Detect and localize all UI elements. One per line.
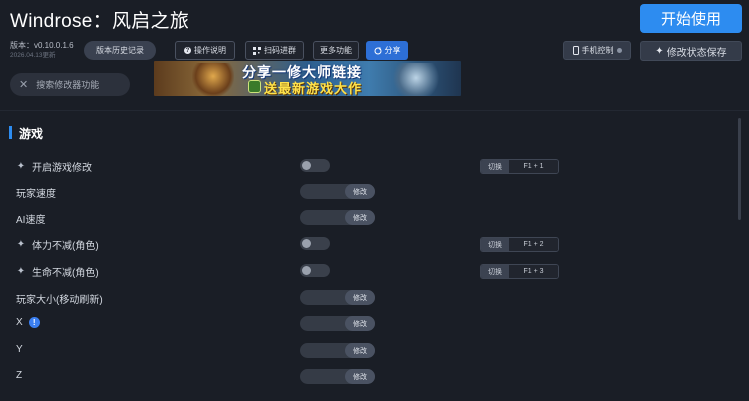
row-label: Y	[16, 344, 23, 355]
hotkey-toggle-label: 切换	[481, 265, 509, 278]
value-input[interactable]: 修改	[300, 369, 375, 384]
cheat-row: 玩家大小(移动刷新) 修改	[0, 289, 749, 309]
modify-button[interactable]: 修改	[345, 316, 375, 331]
row-label: 玩家大小(移动刷新)	[16, 295, 103, 306]
share-button[interactable]: 分享	[366, 41, 408, 60]
modify-button[interactable]: 修改	[345, 369, 375, 384]
version-history-label: 版本历史记录	[96, 46, 144, 55]
value-input[interactable]: 修改	[300, 290, 375, 305]
guide-label: 操作说明	[194, 46, 226, 55]
sparkle-icon: ✦	[16, 266, 26, 277]
info-icon[interactable]: !	[28, 317, 40, 328]
modify-button[interactable]: 修改	[345, 184, 375, 199]
value-input[interactable]: 修改	[300, 184, 375, 199]
status-dot-icon	[616, 48, 622, 53]
scan-group-label: 扫码进群	[264, 46, 296, 55]
banner-subline: 送最新游戏大作	[264, 81, 363, 96]
save-state-label: 修改状态保存	[666, 47, 727, 59]
row-label-wrap: 玩家大小(移动刷新)	[16, 291, 103, 306]
hotkey-toggle-label: 切换	[481, 238, 509, 251]
hotkey-toggle-label: 切换	[481, 160, 509, 173]
toggle-switch[interactable]	[300, 159, 330, 172]
version-info: 版本：v0.10.0.1.6 2026.04.13更新	[10, 42, 74, 60]
row-label-wrap: ✦ 开启游戏修改	[16, 159, 92, 174]
cheat-row: ✦ 体力不减(角色) 切换 F1 + 2	[0, 235, 749, 255]
value-input[interactable]: 修改	[300, 343, 375, 358]
qrcode-icon	[253, 46, 261, 55]
hotkey-keys: F1 + 1	[509, 160, 558, 173]
toggle-switch[interactable]	[300, 237, 330, 250]
banner-character-right	[391, 63, 441, 96]
update-date: 2026.04.13更新	[10, 52, 56, 59]
toggle-knob	[302, 266, 311, 275]
search-placeholder: 搜索修改器功能	[36, 80, 100, 90]
hotkey-keys: F1 + 3	[509, 265, 558, 278]
sparkle-icon: ✦	[16, 239, 26, 250]
phone-icon	[572, 46, 579, 55]
cheat-row: ✦ 开启游戏修改 切换 F1 + 1	[0, 157, 749, 177]
more-features-button[interactable]: 更多功能	[313, 41, 359, 60]
toggle-knob	[302, 239, 311, 248]
cheat-row: X ! 修改	[0, 315, 749, 335]
cheat-row: ✦ 生命不减(角色) 切换 F1 + 3	[0, 262, 749, 282]
cheat-row: Z 修改	[0, 368, 749, 388]
cheat-row: 玩家速度 修改	[0, 183, 749, 203]
toggle-knob	[302, 161, 311, 170]
value-input[interactable]: 修改	[300, 210, 375, 225]
phone-control-label: 手机控制	[581, 46, 614, 55]
search-input[interactable]: ✕ 搜索修改器功能	[10, 73, 130, 96]
scan-group-button[interactable]: 扫码进群	[245, 41, 304, 60]
section-accent	[9, 126, 12, 139]
hotkey-box[interactable]: 切换 F1 + 2	[480, 237, 559, 252]
hotkey-box[interactable]: 切换 F1 + 3	[480, 264, 559, 279]
banner-character-left	[192, 63, 234, 96]
row-label: AI速度	[16, 215, 46, 226]
section-title: 游戏	[19, 127, 44, 141]
phone-control-button[interactable]: 手机控制	[563, 41, 631, 60]
close-icon[interactable]: ✕	[19, 78, 28, 91]
share-icon	[374, 47, 382, 55]
divider	[0, 110, 749, 111]
row-label-wrap: ✦ 体力不减(角色)	[16, 237, 99, 252]
sparkle-icon: ✦	[655, 45, 664, 57]
row-label: Z	[16, 370, 23, 381]
promo-banner[interactable]: 分享一修大师链接 送最新游戏大作	[154, 61, 461, 96]
row-label-wrap: 玩家速度	[16, 185, 56, 200]
row-label-wrap: ✦ 生命不减(角色)	[16, 264, 99, 279]
hotkey-keys: F1 + 2	[509, 238, 558, 251]
cheat-row: Y 修改	[0, 342, 749, 362]
row-label-wrap: X !	[16, 317, 40, 328]
row-label-wrap: Y	[16, 344, 23, 355]
hotkey-box[interactable]: 切换 F1 + 1	[480, 159, 559, 174]
start-button[interactable]: 开始使用	[640, 4, 742, 33]
share-label: 分享	[384, 46, 401, 55]
version-text: 版本：v0.10.0.1.6	[10, 41, 74, 50]
modify-button[interactable]: 修改	[345, 343, 375, 358]
save-state-button[interactable]: ✦ 修改状态保存	[640, 41, 742, 61]
modify-button[interactable]: 修改	[345, 210, 375, 225]
row-label-wrap: AI速度	[16, 211, 45, 226]
row-label: 开启游戏修改	[32, 163, 92, 174]
app-title: Windrose：风启之旅	[10, 11, 190, 32]
toggle-switch[interactable]	[300, 264, 330, 277]
more-features-label: 更多功能	[320, 46, 352, 55]
sparkle-icon: ✦	[16, 161, 26, 172]
row-label: 生命不减(角色)	[32, 268, 99, 279]
row-label: 玩家速度	[16, 189, 56, 200]
guide-button[interactable]: ? 操作说明	[175, 41, 235, 60]
modify-button[interactable]: 修改	[345, 290, 375, 305]
value-input[interactable]: 修改	[300, 316, 375, 331]
version-history-button[interactable]: 版本历史记录	[84, 41, 156, 60]
row-label-wrap: Z	[16, 370, 22, 381]
cheat-row: AI速度 修改	[0, 209, 749, 229]
row-label: 体力不减(角色)	[32, 241, 99, 252]
question-icon: ?	[184, 47, 191, 54]
row-label: X	[16, 317, 23, 328]
